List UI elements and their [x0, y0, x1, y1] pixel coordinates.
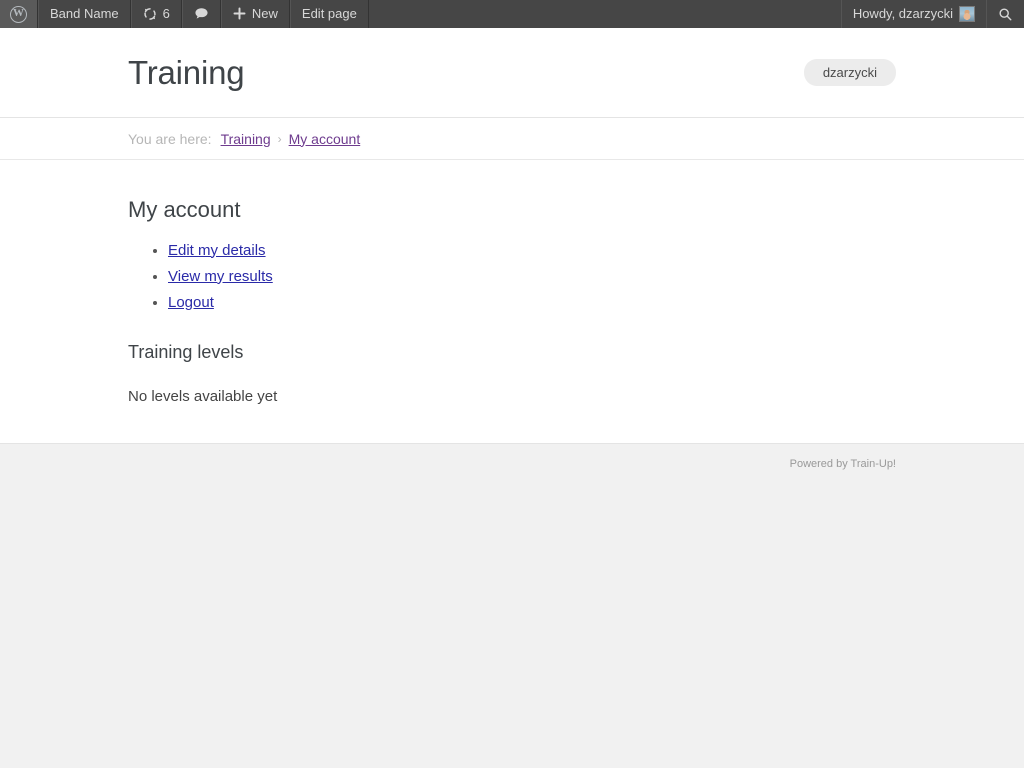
howdy-label: Howdy, dzarzycki: [852, 6, 953, 21]
main-content: My account Edit my details View my resul…: [0, 160, 1024, 444]
wordpress-logo-button[interactable]: W: [0, 0, 38, 28]
empty-state-message: No levels available yet: [128, 387, 278, 405]
wp-admin-bar: W Band Name 6 New Edit page Howdy, dzarz…: [0, 0, 1024, 28]
edit-page-label: Edit page: [301, 6, 357, 21]
footer-credit: Powered by Train-Up!: [789, 457, 896, 470]
new-content-label: New: [251, 6, 278, 21]
wordpress-icon: W: [10, 5, 27, 23]
link-view-my-results[interactable]: View my results: [168, 268, 273, 285]
list-item: Logout: [168, 291, 896, 315]
link-edit-my-details[interactable]: Edit my details: [168, 242, 266, 259]
comment-bubble-icon: [194, 7, 209, 21]
updates-count-label: 6: [162, 6, 170, 21]
admin-bar-item-new-content[interactable]: New: [220, 0, 290, 28]
breadcrumb: You are here: Training › My account: [0, 118, 1024, 160]
breadcrumb-item-training[interactable]: Training: [221, 131, 271, 147]
account-links-list: Edit my details View my results Logout: [128, 239, 896, 315]
plus-icon: [233, 7, 246, 20]
admin-bar-item-my-account[interactable]: Howdy, dzarzycki: [840, 0, 986, 28]
breadcrumb-separator-icon: ›: [277, 131, 282, 146]
wordpress-icon-letter: W: [13, 7, 24, 19]
browser-viewport: W Band Name 6 New Edit page Howdy, dzarz…: [0, 0, 1024, 768]
site-footer: Powered by Train-Up!: [0, 443, 1024, 484]
site-name-label: Band Name: [50, 6, 119, 21]
page-background-fill: [0, 483, 1024, 768]
list-item: View my results: [168, 265, 896, 289]
search-icon: [998, 7, 1013, 22]
avatar: [959, 6, 975, 22]
admin-bar-item-edit-page[interactable]: Edit page: [289, 0, 369, 28]
admin-bar-item-updates[interactable]: 6: [130, 0, 182, 28]
user-badge[interactable]: dzarzycki: [803, 58, 896, 87]
link-logout[interactable]: Logout: [168, 294, 214, 311]
section-heading-my-account: My account: [128, 197, 241, 222]
breadcrumb-label: You are here:: [128, 130, 212, 147]
updates-refresh-icon: [143, 7, 157, 21]
list-item: Edit my details: [168, 239, 896, 263]
admin-bar-item-site-name[interactable]: Band Name: [38, 0, 131, 28]
section-heading-training-levels: Training levels: [128, 341, 244, 362]
admin-bar-left-group: W Band Name 6 New Edit page: [0, 0, 369, 28]
page-title: Training: [128, 54, 245, 91]
site-header: Training dzarzycki: [0, 28, 1024, 118]
admin-bar-item-search[interactable]: [986, 0, 1024, 28]
admin-bar-item-comments[interactable]: [181, 0, 221, 28]
breadcrumb-item-my-account[interactable]: My account: [289, 131, 361, 147]
admin-bar-right-group: Howdy, dzarzycki: [840, 0, 1024, 28]
